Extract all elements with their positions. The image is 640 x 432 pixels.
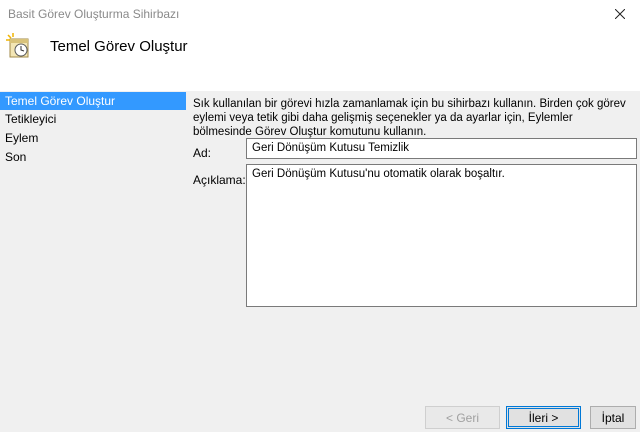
close-icon (615, 9, 625, 19)
next-button[interactable]: İleri > (506, 406, 581, 429)
description-field[interactable]: Geri Dönüşüm Kutusu'nu otomatik olarak b… (246, 164, 637, 307)
window-title: Basit Görev Oluşturma Sihirbazı (8, 7, 180, 21)
description-label: Açıklama: (193, 173, 246, 187)
close-button[interactable] (600, 0, 640, 28)
description-text: Sık kullanılan bir görevi hızla zamanlam… (193, 98, 626, 138)
wizard-content: Sık kullanılan bir görevi hızla zamanlam… (186, 91, 640, 432)
name-label: Ad: (193, 146, 212, 160)
wizard-sidebar: Temel Görev Oluştur Tetikleyici Eylem So… (0, 91, 186, 432)
sidebar-item-tetikleyici[interactable]: Tetikleyici (0, 110, 186, 128)
sidebar-item-eylem[interactable]: Eylem (0, 129, 186, 147)
wizard-header: Temel Görev Oluştur (0, 28, 640, 86)
name-field[interactable]: Geri Dönüşüm Kutusu Temizlik (246, 138, 637, 159)
sidebar-item-son[interactable]: Son (0, 148, 186, 166)
cancel-button[interactable]: İptal (590, 406, 636, 429)
page-title: Temel Görev Oluştur (50, 38, 188, 55)
back-button[interactable]: < Geri (425, 406, 500, 429)
task-clock-icon (6, 33, 29, 58)
sidebar-item-temel-gorev[interactable]: Temel Görev Oluştur (0, 92, 186, 110)
title-bar: Basit Görev Oluşturma Sihirbazı (0, 0, 640, 28)
